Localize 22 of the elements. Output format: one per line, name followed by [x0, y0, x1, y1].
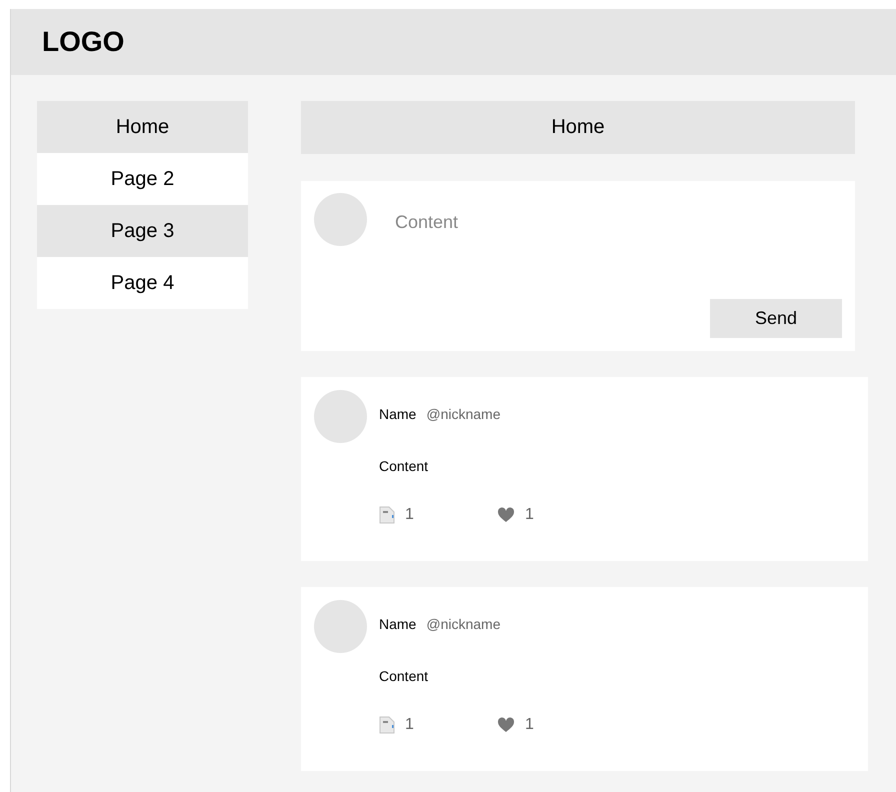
author-name: Name [379, 616, 416, 632]
sidebar-item[interactable]: Page 3 [37, 205, 248, 257]
post-content: Content [379, 458, 430, 474]
heart-icon [497, 507, 515, 523]
like-count: 1 [525, 506, 534, 524]
logo: LOGO [42, 26, 124, 58]
page-title: Home [301, 101, 855, 154]
author-name: Name [379, 406, 416, 422]
heart-icon [497, 717, 515, 733]
document-icon [379, 506, 395, 524]
post-content: Content [379, 668, 430, 684]
sidebar-item[interactable]: Home [37, 101, 248, 153]
reply-count: 1 [405, 506, 414, 524]
compose-box[interactable]: Content Send [301, 181, 855, 351]
sidebar-item[interactable]: Page 2 [37, 153, 248, 205]
author-nickname: @nickname [426, 406, 500, 422]
reply-count: 1 [405, 716, 414, 734]
author-nickname: @nickname [426, 616, 500, 632]
send-button[interactable]: Send [710, 299, 842, 338]
like-count: 1 [525, 716, 534, 734]
sidebar-item[interactable]: Page 4 [37, 257, 248, 309]
document-icon [379, 716, 395, 734]
